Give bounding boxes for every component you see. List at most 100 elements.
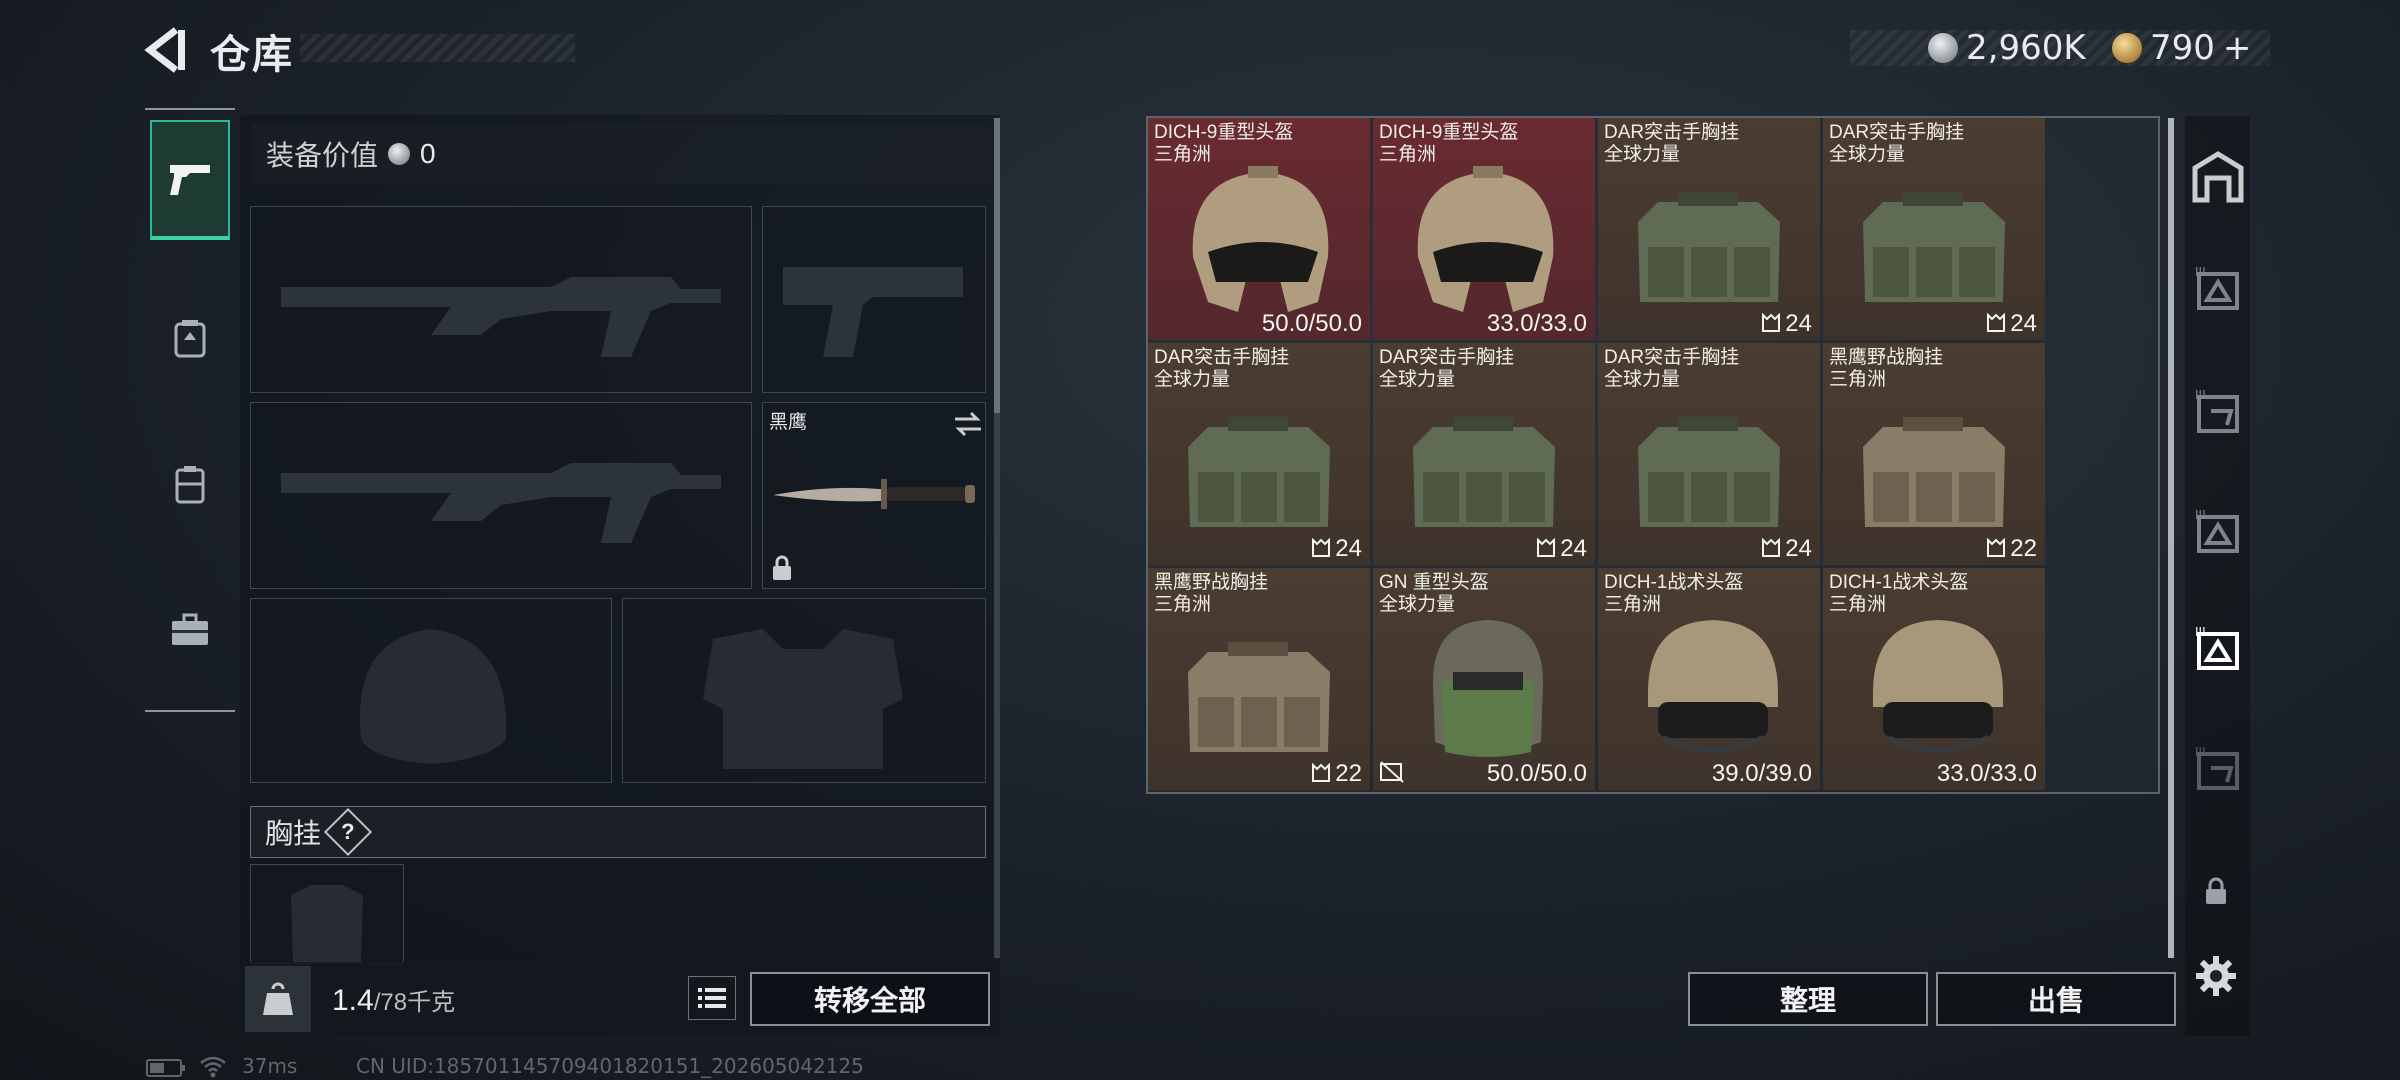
item-map: 全球力量 bbox=[1154, 369, 1231, 390]
item-name: 黑鹰野战胸挂 三角洲 bbox=[1154, 572, 1268, 616]
tab-chest-rig[interactable] bbox=[150, 424, 230, 544]
armor-slot[interactable] bbox=[622, 598, 986, 783]
tab-warehouse-all[interactable] bbox=[2191, 150, 2245, 209]
item-map: 全球力量 bbox=[1829, 144, 1906, 165]
add-currency-icon[interactable]: + bbox=[2223, 28, 2252, 68]
help-icon[interactable]: ? bbox=[323, 807, 373, 857]
warehouse-item[interactable]: DICH-1战术头盔 三角洲 33.0/33.0 bbox=[1823, 568, 2045, 790]
warehouse-item[interactable]: DAR突击手胸挂 全球力量 24 bbox=[1373, 343, 1595, 565]
briefcase-icon bbox=[172, 613, 208, 645]
warehouse-item[interactable]: DAR突击手胸挂 全球力量 24 bbox=[1823, 118, 2045, 340]
melee-slot[interactable]: 黑鹰 bbox=[762, 402, 986, 589]
armor-silhouette-icon bbox=[703, 629, 903, 769]
pistol-slot[interactable] bbox=[762, 206, 986, 393]
warehouse-item[interactable]: GN 重型头盔 全球力量 50.0/50.0 bbox=[1373, 568, 1595, 790]
wifi-icon bbox=[198, 1054, 228, 1080]
warehouse-item[interactable]: DICH-9重型头盔 三角洲 50.0/50.0 bbox=[1148, 118, 1370, 340]
weight-kg-icon bbox=[263, 982, 293, 1015]
equipment-value-bar: 装备价值 0 bbox=[252, 124, 990, 184]
sort-button[interactable]: 整理 bbox=[1688, 972, 1928, 1026]
item-value: 24 bbox=[1311, 535, 1362, 563]
chest-rig-item-icon bbox=[1638, 417, 1780, 527]
tab-warehouse-3[interactable]: III bbox=[2191, 385, 2245, 444]
item-value: 33.0/33.0 bbox=[1487, 310, 1587, 338]
warehouse-item[interactable]: DAR突击手胸挂 全球力量 24 bbox=[1598, 118, 1820, 340]
item-map: 全球力量 bbox=[1379, 594, 1456, 615]
loadout-scroll-track bbox=[994, 413, 1000, 958]
swap-icon[interactable] bbox=[953, 411, 983, 437]
item-value: 22 bbox=[1311, 760, 1362, 788]
chest-rig-label: 胸挂 bbox=[265, 818, 322, 849]
chest-rig-item-icon bbox=[1638, 192, 1780, 302]
item-title: DAR突击手胸挂 bbox=[1379, 347, 1515, 368]
page-title: 仓库 bbox=[210, 33, 294, 77]
item-name: DAR突击手胸挂 全球力量 bbox=[1604, 347, 1739, 391]
list-icon bbox=[698, 988, 726, 1008]
item-name: DAR突击手胸挂 全球力量 bbox=[1604, 122, 1739, 166]
tab-warehouse-5-selected[interactable]: III bbox=[2191, 622, 2245, 681]
currency-gold[interactable]: 790 + bbox=[2112, 28, 2251, 68]
item-value-text: 22 bbox=[1335, 760, 1362, 787]
broken-icon bbox=[1380, 761, 1404, 783]
storage-tab-icon: III bbox=[2195, 745, 2239, 790]
equipment-value-label: 装备价值 bbox=[266, 140, 379, 171]
settings-button[interactable] bbox=[2194, 954, 2238, 1003]
weight-current: 1.4 bbox=[332, 984, 374, 1017]
tab-warehouse-6[interactable]: III bbox=[2191, 742, 2245, 801]
item-value: 24 bbox=[1536, 535, 1587, 563]
back-button[interactable] bbox=[140, 22, 196, 78]
item-value: 24 bbox=[1761, 310, 1812, 338]
warehouse-item[interactable]: DICH-9重型头盔 三角洲 33.0/33.0 bbox=[1373, 118, 1595, 340]
sell-button[interactable]: 出售 bbox=[1936, 972, 2176, 1026]
item-name: DAR突击手胸挂 全球力量 bbox=[1154, 347, 1289, 391]
warehouse-item[interactable]: 黑鹰野战胸挂 三角洲 22 bbox=[1823, 343, 2045, 565]
item-map: 三角洲 bbox=[1154, 594, 1212, 615]
title-decoration bbox=[300, 34, 575, 62]
warehouse-item[interactable]: DICH-1战术头盔 三角洲 39.0/39.0 bbox=[1598, 568, 1820, 790]
warehouse-item[interactable]: DAR突击手胸挂 全球力量 24 bbox=[1148, 343, 1370, 565]
locked-tab[interactable] bbox=[2203, 876, 2229, 911]
transfer-all-button[interactable]: 转移全部 bbox=[750, 972, 990, 1026]
item-value-text: 24 bbox=[1785, 310, 1812, 337]
pistol-silhouette-icon bbox=[783, 267, 963, 357]
ping: 37ms bbox=[242, 1054, 298, 1078]
tab-warehouse-2[interactable]: III bbox=[2191, 262, 2245, 321]
warehouse-item[interactable]: DAR突击手胸挂 全球力量 24 bbox=[1598, 343, 1820, 565]
weight-max: /78千克 bbox=[373, 989, 456, 1016]
tab-warehouse-4[interactable]: III bbox=[2191, 505, 2245, 564]
chest-rig-slot[interactable] bbox=[250, 864, 404, 964]
loadout-scrollbar[interactable] bbox=[994, 118, 1000, 413]
chest-rig-item-icon bbox=[1413, 417, 1555, 527]
currency-silver[interactable]: 2,960K bbox=[1928, 28, 2086, 68]
item-map: 三角洲 bbox=[1604, 594, 1662, 615]
item-name: GN 重型头盔 全球力量 bbox=[1379, 572, 1489, 616]
item-title: 黑鹰野战胸挂 bbox=[1154, 572, 1269, 593]
rifle-silhouette-icon bbox=[281, 463, 721, 543]
item-name: DICH-9重型头盔 三角洲 bbox=[1379, 122, 1518, 166]
helmet-slot[interactable] bbox=[250, 598, 612, 783]
item-name: 黑鹰野战胸挂 三角洲 bbox=[1829, 347, 1943, 391]
svg-text:III: III bbox=[2195, 388, 2206, 402]
secondary-weapon-slot[interactable] bbox=[250, 402, 752, 589]
tab-case[interactable] bbox=[150, 570, 230, 690]
pistol-icon bbox=[170, 165, 210, 195]
equipment-value: 0 bbox=[420, 138, 436, 169]
item-title: GN 重型头盔 bbox=[1379, 572, 1489, 593]
uid: CN UID:185701145709401820151_20260504212… bbox=[356, 1054, 864, 1078]
tab-backpack[interactable] bbox=[150, 278, 230, 398]
svg-text:III: III bbox=[2195, 625, 2206, 639]
currency-gold-value: 790 bbox=[2150, 28, 2215, 68]
currency-silver-value: 2,960K bbox=[1966, 28, 2086, 68]
item-value-text: 33.0/33.0 bbox=[1486, 310, 1587, 337]
item-title: DICH-9重型头盔 bbox=[1154, 122, 1294, 143]
warehouse-item[interactable]: 黑鹰野战胸挂 三角洲 22 bbox=[1148, 568, 1370, 790]
lock-icon bbox=[773, 555, 791, 580]
warehouse-scrollbar[interactable] bbox=[2168, 118, 2174, 958]
list-view-button[interactable] bbox=[688, 976, 736, 1020]
item-value-text: 39.0/39.0 bbox=[1711, 760, 1812, 787]
primary-weapon-slot[interactable] bbox=[250, 206, 752, 393]
tab-weapons[interactable] bbox=[150, 120, 230, 240]
item-name: DICH-9重型头盔 三角洲 bbox=[1154, 122, 1293, 166]
item-value: 33.0/33.0 bbox=[1937, 760, 2037, 788]
item-value-text: 33.0/33.0 bbox=[1936, 760, 2037, 787]
